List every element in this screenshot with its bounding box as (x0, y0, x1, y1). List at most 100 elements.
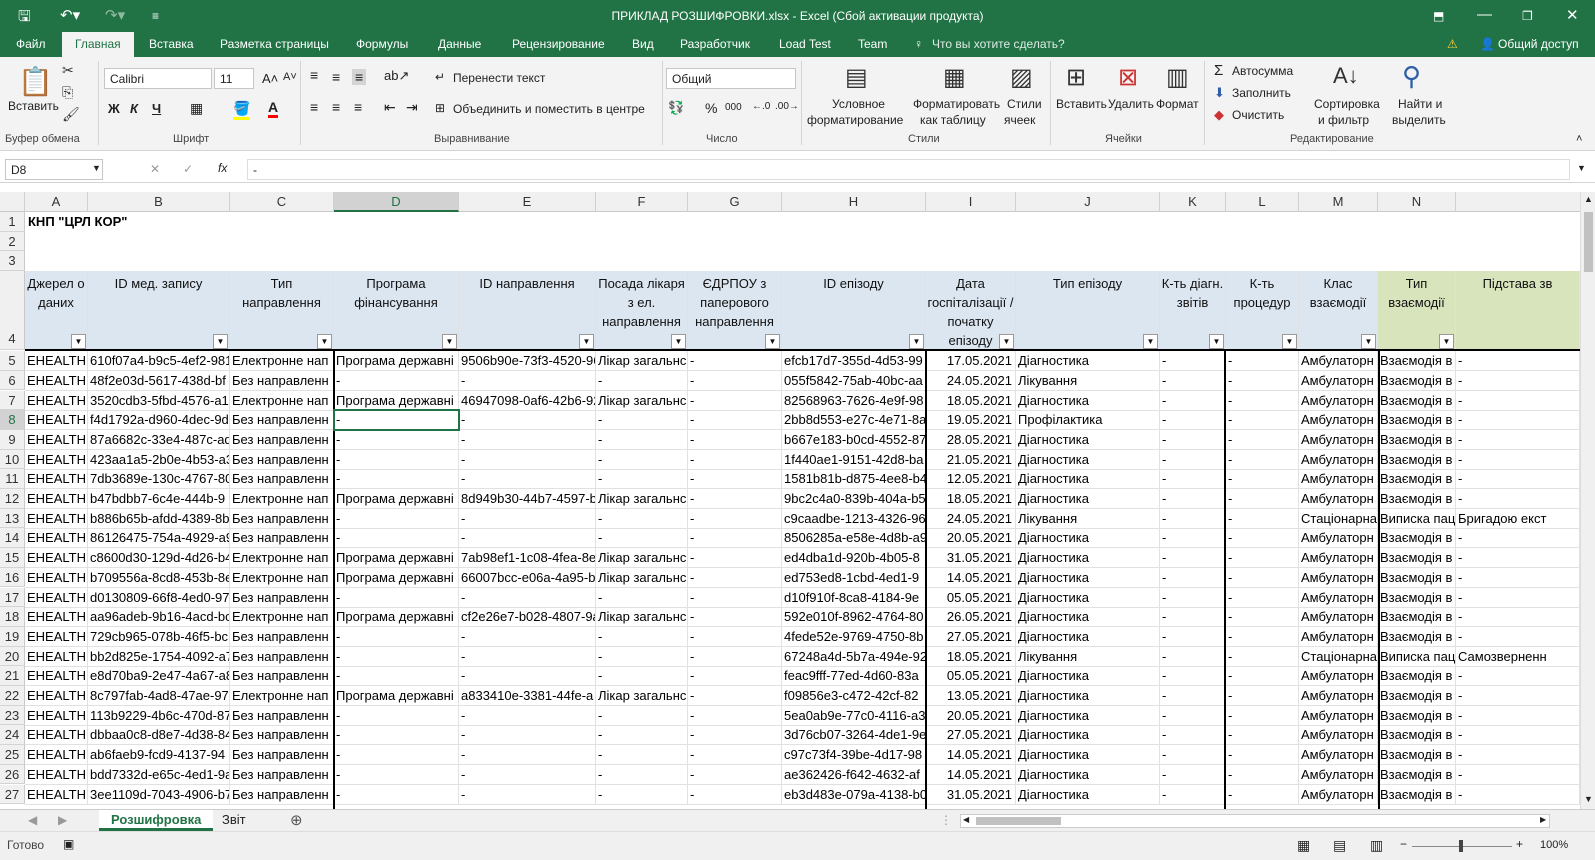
scroll-left-icon[interactable]: ◀ (963, 815, 969, 824)
find-select-line2[interactable]: выделить (1392, 113, 1446, 127)
table-cell[interactable]: EHEALTH (25, 587, 88, 608)
table-cell[interactable]: Взаємодія в (1378, 429, 1456, 450)
tab-formulas[interactable]: Формулы (356, 37, 408, 51)
increase-font-icon[interactable]: A˄ (262, 71, 278, 86)
fill-icon[interactable]: ⬇ (1214, 85, 1225, 101)
insert-cells-icon[interactable]: ⊞ (1066, 63, 1086, 92)
row-header[interactable]: 11 (0, 469, 25, 489)
table-cell[interactable]: - (1456, 626, 1580, 647)
row-header[interactable]: 8 (0, 410, 25, 430)
table-cell[interactable]: 46947098-0af6-42b6-92 (459, 390, 596, 411)
table-cell[interactable]: - (688, 666, 782, 687)
table-cell[interactable]: - (1160, 745, 1226, 766)
table-cell[interactable]: Амбулаторн (1299, 764, 1378, 785)
table-header-cell[interactable]: К-ть діагн. звітів ▼ (1160, 271, 1226, 351)
table-cell[interactable]: Діагностика (1016, 686, 1160, 706)
table-cell[interactable]: - (596, 626, 688, 647)
table-cell[interactable]: - (1160, 725, 1226, 746)
table-cell[interactable]: - (1456, 686, 1580, 706)
table-cell[interactable]: 26.05.2021 (926, 607, 1016, 628)
table-cell[interactable]: Програма державні (334, 351, 459, 372)
table-cell[interactable]: Амбулаторн (1299, 784, 1378, 805)
table-cell[interactable]: - (459, 528, 596, 549)
table-header-cell[interactable]: Тип взаємодії ▼ (1378, 271, 1456, 351)
table-cell[interactable]: Амбулаторн (1299, 410, 1378, 431)
select-all-corner[interactable] (0, 192, 25, 212)
table-cell[interactable]: 8506285a-e58e-4d8b-a9 (782, 528, 926, 549)
table-header-cell[interactable]: Підстава зв (1456, 271, 1580, 351)
table-cell[interactable]: - (1226, 686, 1299, 706)
table-cell[interactable]: - (1160, 764, 1226, 785)
table-cell[interactable]: - (459, 410, 596, 431)
table-cell[interactable]: 87a6682c-33e4-487c-ad (88, 429, 230, 450)
table-cell[interactable]: - (1160, 646, 1226, 667)
table-cell[interactable]: - (459, 666, 596, 687)
filter-dropdown-icon[interactable]: ▼ (1209, 334, 1224, 350)
table-cell[interactable]: - (1160, 390, 1226, 411)
table-cell[interactable]: Діагностика (1016, 705, 1160, 726)
table-cell[interactable]: EHEALTH (25, 410, 88, 431)
table-cell[interactable]: - (596, 646, 688, 667)
find-select-icon[interactable]: ⚲ (1402, 61, 1421, 92)
table-cell[interactable]: Програма державні (334, 548, 459, 569)
table-cell[interactable]: EHEALTH (25, 508, 88, 529)
table-cell[interactable]: Діагностика (1016, 725, 1160, 746)
zoom-level[interactable]: 100% (1540, 839, 1568, 851)
table-cell[interactable]: EHEALTH (25, 351, 88, 372)
table-cell[interactable]: 14.05.2021 (926, 567, 1016, 588)
table-header-cell[interactable]: Тип епізоду ▼ (1016, 271, 1160, 351)
table-cell[interactable]: Без направленн (230, 705, 334, 726)
table-cell[interactable]: Лікування (1016, 646, 1160, 667)
table-cell[interactable]: - (688, 508, 782, 529)
table-cell[interactable]: - (1456, 607, 1580, 628)
table-cell[interactable]: - (334, 508, 459, 529)
tell-me-icon[interactable]: ♀ (914, 37, 923, 51)
row-header[interactable]: 6 (0, 370, 25, 391)
table-cell[interactable]: ab6faeb9-fcd9-4137-94 (88, 745, 230, 766)
share-button[interactable]: Общий доступ (1498, 37, 1579, 51)
table-cell[interactable]: EHEALTH (25, 449, 88, 470)
scroll-up-icon[interactable]: ▲ (1584, 194, 1593, 204)
sort-filter-icon[interactable]: A↓ (1333, 63, 1359, 89)
table-cell[interactable]: Профілактика (1016, 410, 1160, 431)
table-cell[interactable]: - (1226, 784, 1299, 805)
table-cell[interactable]: Амбулаторн (1299, 528, 1378, 549)
table-cell[interactable]: Електронне нап (230, 489, 334, 509)
column-header-k[interactable]: K (1160, 192, 1226, 212)
scroll-right-icon[interactable]: ▶ (1540, 815, 1546, 824)
table-cell[interactable]: Взаємодія в (1378, 351, 1456, 372)
table-cell[interactable]: 18.05.2021 (926, 489, 1016, 509)
table-cell[interactable]: Діагностика (1016, 390, 1160, 411)
table-cell[interactable]: 67248a4d-5b7a-494e-92 (782, 646, 926, 667)
table-cell[interactable]: - (1456, 567, 1580, 588)
table-cell[interactable]: - (596, 508, 688, 529)
row-header[interactable]: 23 (0, 705, 25, 726)
vertical-scrollbar[interactable]: ▲ ▼ (1580, 192, 1595, 809)
table-cell[interactable]: 18.05.2021 (926, 646, 1016, 667)
table-cell[interactable]: - (688, 351, 782, 372)
formula-input[interactable]: - (247, 159, 1570, 180)
table-cell[interactable]: - (1456, 666, 1580, 687)
table-cell[interactable]: - (1226, 666, 1299, 687)
table-cell[interactable]: - (688, 548, 782, 569)
table-cell[interactable]: Без направленн (230, 725, 334, 746)
table-cell[interactable]: Взаємодія в (1378, 626, 1456, 647)
table-cell[interactable]: - (1456, 489, 1580, 509)
clear-icon[interactable]: ◆ (1214, 107, 1224, 123)
table-cell[interactable]: Лікар загальнс (596, 548, 688, 569)
table-cell[interactable]: - (1456, 351, 1580, 372)
table-cell[interactable]: Без направленн (230, 429, 334, 450)
row-header[interactable]: 10 (0, 449, 25, 470)
table-cell[interactable]: Діагностика (1016, 548, 1160, 569)
format-as-table-icon[interactable]: ▦ (943, 63, 966, 92)
next-sheet-icon[interactable]: ▶ (58, 813, 67, 827)
table-cell[interactable]: 113b9229-4b6c-470d-87 (88, 705, 230, 726)
table-cell[interactable]: 1581b81b-d875-4ee8-b4 (782, 469, 926, 490)
table-cell[interactable]: - (334, 469, 459, 490)
table-cell[interactable]: Амбулаторн (1299, 469, 1378, 490)
table-cell[interactable]: 82568963-7626-4e9f-98 (782, 390, 926, 411)
row-header[interactable]: 27 (0, 784, 25, 805)
table-cell[interactable]: 7ab98ef1-1c08-4fea-8e (459, 548, 596, 569)
table-cell[interactable]: 8c797fab-4ad8-47ae-97 (88, 686, 230, 706)
table-cell[interactable]: - (334, 429, 459, 450)
